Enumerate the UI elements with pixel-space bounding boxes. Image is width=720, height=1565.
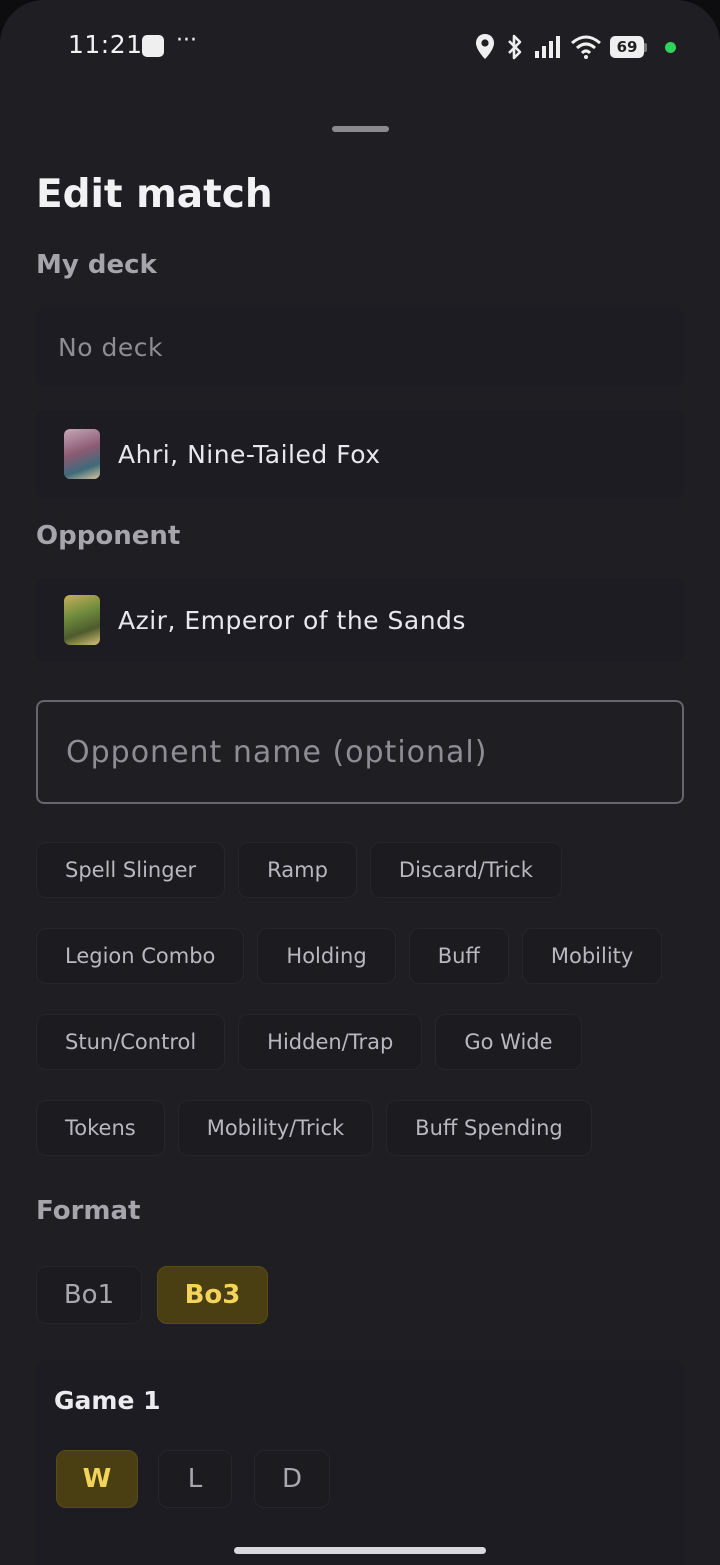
tag-row: Tokens Mobility/Trick Buff Spending — [36, 1100, 686, 1156]
deck-champion-avatar — [64, 429, 100, 479]
my-deck-option[interactable]: Ahri, Nine-Tailed Fox — [36, 410, 684, 498]
tag-chip[interactable]: Go Wide — [435, 1014, 582, 1070]
wifi-icon — [571, 35, 601, 59]
my-deck-name: Ahri, Nine-Tailed Fox — [118, 439, 381, 469]
tag-chip[interactable]: Holding — [257, 928, 396, 984]
format-bo3-button[interactable]: Bo3 — [157, 1266, 268, 1324]
opponent-deck-option[interactable]: Azir, Emperor of the Sands — [36, 578, 684, 662]
tag-row: Spell Slinger Ramp Discard/Trick — [36, 842, 686, 898]
result-draw-button[interactable]: D — [254, 1450, 330, 1508]
battery-icon: 69 — [610, 36, 647, 58]
notification-icon — [142, 35, 164, 57]
tag-chip[interactable]: Hidden/Trap — [238, 1014, 423, 1070]
tag-row: Stun/Control Hidden/Trap Go Wide — [36, 1014, 686, 1070]
tag-chip[interactable]: Spell Slinger — [36, 842, 226, 898]
tag-chip[interactable]: Legion Combo — [36, 928, 245, 984]
tag-chip[interactable]: Buff Spending — [386, 1100, 592, 1156]
opponent-deck-name: Azir, Emperor of the Sands — [118, 605, 466, 635]
tag-chip[interactable]: Buff — [408, 928, 509, 984]
opponent-champion-avatar — [64, 595, 100, 645]
edit-match-screen: 11:21 ··· 69 Edit match My deck No deck … — [0, 0, 720, 1565]
tag-chip[interactable]: Discard/Trick — [369, 842, 562, 898]
location-icon — [476, 34, 494, 59]
game-1-panel: Game 1 W L D — [36, 1360, 684, 1565]
status-bar: 11:21 ··· 69 — [0, 0, 720, 92]
page-title: Edit match — [36, 172, 273, 217]
game-1-label: Game 1 — [54, 1386, 161, 1415]
tag-row: Legion Combo Holding Buff Mobility — [36, 928, 686, 984]
home-indicator[interactable] — [234, 1547, 486, 1554]
battery-level: 69 — [610, 36, 644, 58]
result-loss-button[interactable]: L — [158, 1450, 232, 1508]
opponent-name-input[interactable]: Opponent name (optional) — [36, 700, 684, 804]
signal-icon — [535, 36, 560, 58]
no-deck-label: No deck — [58, 332, 163, 362]
privacy-indicator-icon — [665, 41, 676, 53]
no-deck-option[interactable]: No deck — [36, 308, 684, 386]
opponent-name-placeholder: Opponent name (optional) — [66, 734, 488, 770]
tag-chip[interactable]: Ramp — [238, 842, 357, 898]
status-time: 11:21 — [68, 30, 143, 59]
tag-chip[interactable]: Mobility/Trick — [177, 1100, 374, 1156]
format-bo1-button[interactable]: Bo1 — [36, 1266, 142, 1324]
status-icons: 69 — [474, 32, 676, 62]
result-win-button[interactable]: W — [56, 1450, 138, 1508]
archetype-tags: Spell Slinger Ramp Discard/Trick Legion … — [36, 842, 686, 1186]
sheet-drag-handle[interactable] — [332, 126, 389, 132]
tag-chip[interactable]: Mobility — [521, 928, 663, 984]
bluetooth-icon — [508, 34, 522, 60]
format-label: Format — [36, 1196, 141, 1226]
more-notifications-icon: ··· — [176, 28, 197, 53]
opponent-label: Opponent — [36, 521, 181, 551]
my-deck-label: My deck — [36, 250, 157, 280]
tag-chip[interactable]: Tokens — [36, 1100, 165, 1156]
tag-chip[interactable]: Stun/Control — [36, 1014, 226, 1070]
